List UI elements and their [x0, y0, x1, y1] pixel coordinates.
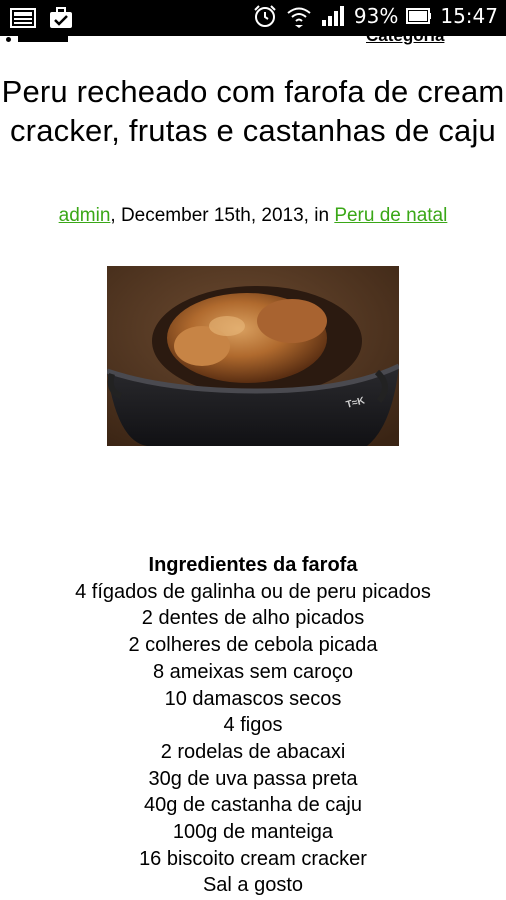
ingredients-list: Ingredientes da farofa 4 fígados de gali…	[0, 552, 506, 899]
ingredient-item: 2 dentes de alho picados	[141, 607, 365, 630]
ingredient-item: 2 colheres de cebola picada	[128, 634, 378, 657]
ingredient-item: 8 ameixas sem caroço	[152, 660, 354, 683]
site-logo[interactable]	[6, 36, 68, 43]
ingredient-item: 2 rodelas de abacaxi	[160, 740, 346, 763]
gallery-icon	[10, 6, 36, 30]
status-time: 15:47	[440, 4, 498, 28]
battery-percent: 93%	[353, 4, 399, 28]
category-link[interactable]: Categoria	[366, 36, 444, 46]
status-bar: 93% 15:47	[0, 0, 506, 36]
post-meta: admin, December 15th, 2013, in Peru de n…	[0, 204, 506, 228]
category-tag-link[interactable]: Peru de natal	[334, 205, 447, 226]
ingredient-item: 10 damascos secos	[164, 687, 342, 710]
author-link[interactable]: admin	[59, 205, 111, 226]
ingredients-heading: Ingredientes da farofa	[148, 554, 358, 576]
briefcase-check-icon	[48, 6, 74, 30]
ingredient-item: 16 biscoito cream cracker	[139, 847, 367, 870]
recipe-photo: T≈K	[107, 266, 399, 446]
ingredient-item: 30g de uva passa preta	[148, 767, 358, 790]
ingredient-item: 100g de manteiga	[172, 821, 334, 844]
alarm-icon	[252, 4, 278, 28]
post-title: Peru recheado com farofa de cream cracke…	[1, 74, 505, 148]
ingredient-item: Sal a gosto	[202, 874, 304, 897]
post-date: , December 15th, 2013, in	[110, 205, 335, 226]
ingredient-item: 4 figos	[223, 714, 283, 737]
ingredient-item: 40g de castanha de caju	[144, 794, 362, 817]
ingredient-item: 4 fígados de galinha ou de peru picados	[75, 580, 431, 603]
signal-icon	[320, 4, 346, 28]
wifi-icon	[286, 4, 312, 28]
battery-icon	[406, 4, 432, 28]
top-nav-strip: Categoria	[0, 36, 506, 50]
